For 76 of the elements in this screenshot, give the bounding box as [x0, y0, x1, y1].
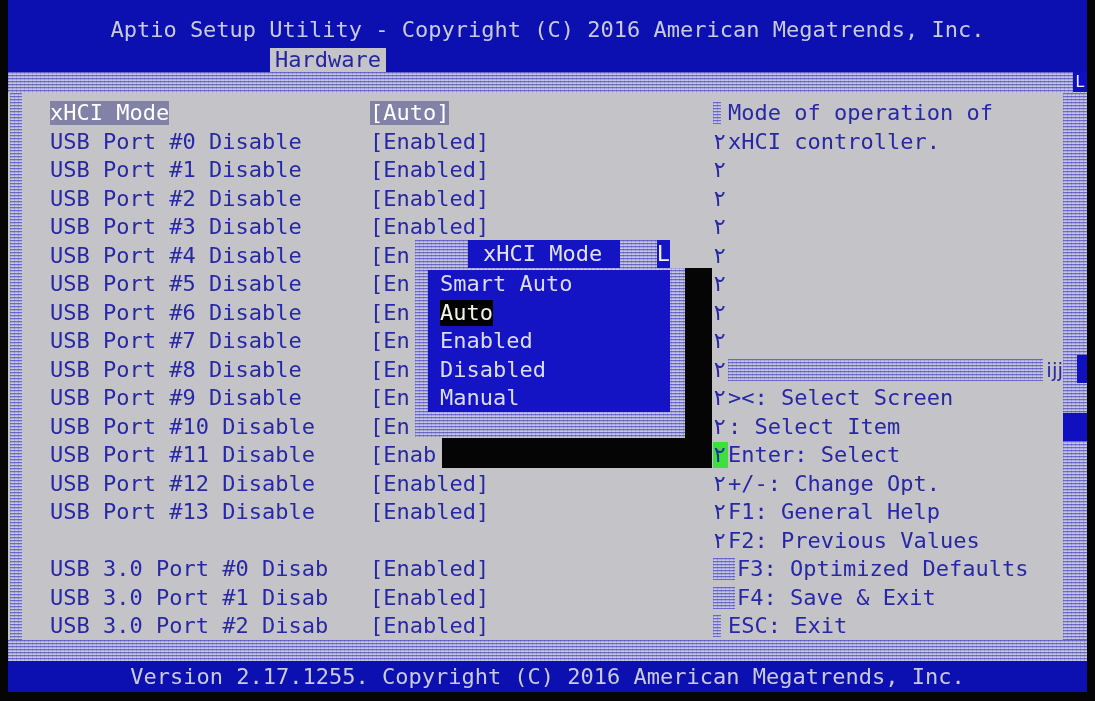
- key-hint: F4: Save & Exit: [737, 583, 936, 612]
- setting-value[interactable]: [Enabled]: [370, 469, 490, 498]
- tab[interactable]: Hardware: [270, 48, 386, 72]
- setting-label[interactable]: USB Port #9 Disable: [50, 384, 302, 413]
- frame-glyph: ٢: [713, 328, 728, 355]
- setting-value[interactable]: [Auto]: [370, 101, 450, 126]
- setting-value[interactable]: [En: [370, 412, 410, 441]
- key-hint: F1: General Help: [728, 498, 940, 526]
- key-hint: +/-: Change Opt.: [728, 469, 940, 498]
- setting-value[interactable]: [En: [370, 327, 410, 356]
- corner-glyph: L: [1073, 72, 1087, 92]
- frame-glyph: ٢: [713, 157, 728, 184]
- setting-label[interactable]: USB 3.0 Port #2 Disab: [50, 612, 329, 641]
- setting-label[interactable]: USB Port #6 Disable: [50, 298, 302, 327]
- frame-glyph: ٢: [713, 128, 728, 155]
- setting-label[interactable]: USB Port #11 Disable: [50, 441, 315, 470]
- corner-glyph: L: [656, 240, 670, 268]
- setting-label[interactable]: USB Port #8 Disable: [50, 355, 302, 384]
- setting-value[interactable]: [Enabled]: [370, 612, 490, 641]
- setting-value[interactable]: [Enab: [370, 441, 437, 470]
- setting-value[interactable]: [En: [370, 298, 410, 327]
- frame-glyph: ٢: [713, 271, 728, 298]
- dropdown-option[interactable]: Manual: [440, 385, 520, 411]
- frame-glyph: ٢: [713, 356, 728, 383]
- window-title: Aptio Setup Utility - Copyright (C) 2016 American Megatrends, Inc.: [110, 17, 985, 43]
- setting-label[interactable]: USB 3.0 Port #0 Disab: [50, 555, 329, 584]
- solid-block-icon: [1077, 355, 1087, 383]
- setting-value[interactable]: [En: [370, 384, 410, 413]
- version-text: Version 2.17.1255. Copyright (C) 2016 American Megatrends, Inc.: [130, 664, 965, 689]
- setting-value[interactable]: [En: [370, 355, 410, 384]
- setting-value[interactable]: [En: [370, 241, 410, 270]
- frame-glyph: ٢: [713, 385, 728, 412]
- setting-label[interactable]: USB 3.0 Port #1 Disab: [50, 583, 329, 612]
- frame-glyph: ٢: [713, 499, 728, 526]
- setting-label[interactable]: xHCI Mode: [50, 101, 170, 126]
- dropdown-option[interactable]: Enabled: [440, 328, 533, 354]
- setting-label[interactable]: USB Port #5 Disable: [50, 270, 302, 299]
- setting-label[interactable]: USB Port #0 Disable: [50, 127, 302, 156]
- key-hint: : Select Item: [728, 412, 901, 441]
- key-hint: Enter: Select: [728, 441, 901, 469]
- setting-label[interactable]: USB Port #13 Disable: [50, 498, 315, 527]
- frame-glyph: ٢: [713, 470, 728, 497]
- setting-value[interactable]: [Enabled]: [370, 498, 490, 527]
- popup-title: xHCI Mode: [468, 240, 621, 268]
- setting-value[interactable]: [Enabled]: [370, 184, 490, 213]
- key-hint: ><: Select Screen: [728, 384, 954, 412]
- help-text: Mode of operation of: [728, 99, 993, 127]
- setting-value[interactable]: [Enabled]: [370, 127, 490, 156]
- frame-glyph: ٢: [713, 214, 728, 241]
- help-text: ijj: [1045, 356, 1063, 384]
- setting-value[interactable]: [Enabled]: [370, 156, 490, 185]
- setting-label[interactable]: USB Port #12 Disable: [50, 469, 315, 498]
- frame-glyph: ٢: [713, 185, 728, 212]
- frame-glyph: ٢: [713, 527, 728, 554]
- frame-glyph: ٢: [713, 442, 728, 469]
- dropdown-option[interactable]: Disabled: [440, 356, 546, 383]
- frame-glyph: ٢: [713, 413, 728, 440]
- help-text: xHCI controller.: [728, 127, 940, 156]
- setting-value[interactable]: [Enabled]: [370, 555, 490, 584]
- solid-block-icon: [1063, 413, 1087, 441]
- setting-label[interactable]: USB Port #3 Disable: [50, 213, 302, 242]
- dropdown-option[interactable]: Smart Auto: [440, 271, 573, 297]
- setting-value[interactable]: [Enabled]: [370, 583, 490, 612]
- setting-label[interactable]: USB Port #4 Disable: [50, 241, 302, 270]
- frame-glyph: ٢: [713, 299, 728, 326]
- setting-label[interactable]: USB Port #7 Disable: [50, 327, 302, 356]
- setting-label[interactable]: USB Port #1 Disable: [50, 156, 302, 185]
- key-hint: ESC: Exit: [728, 612, 848, 640]
- key-hint: F3: Optimized Defaults: [737, 555, 1029, 583]
- setting-value[interactable]: [En: [370, 270, 410, 299]
- setting-label[interactable]: USB Port #2 Disable: [50, 184, 302, 213]
- frame-glyph: ٢: [713, 242, 728, 269]
- setting-label[interactable]: USB Port #10 Disable: [50, 412, 315, 441]
- key-hint: F2: Previous Values: [728, 526, 980, 555]
- dropdown-option[interactable]: Auto: [440, 299, 493, 326]
- setting-value[interactable]: [Enabled]: [370, 213, 490, 242]
